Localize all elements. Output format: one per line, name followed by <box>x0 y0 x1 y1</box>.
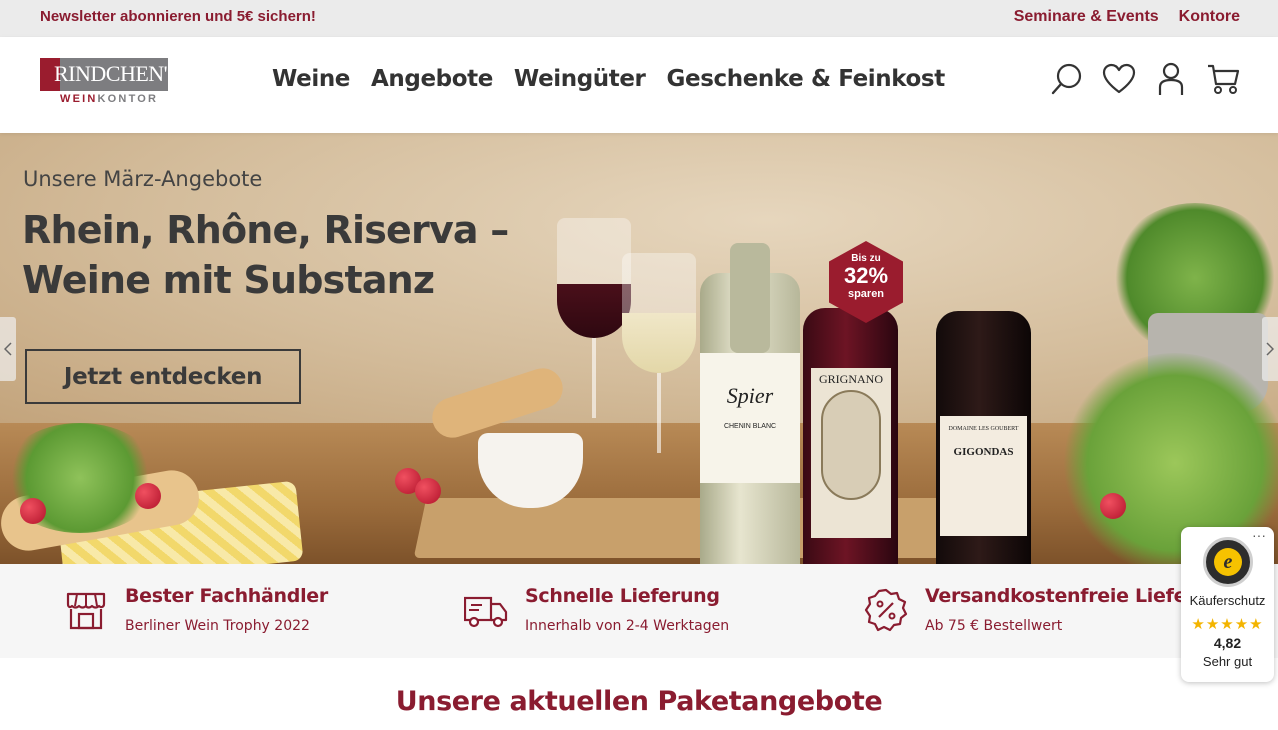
usp-title: Bester Fachhändler <box>125 585 328 607</box>
hero-radish <box>1100 493 1126 519</box>
hero-bottle-grignano: GRIGNANO <box>803 308 898 564</box>
bottle-label-variety: CHENIN BLANC <box>723 423 777 430</box>
discount-badge-percent: 32% <box>843 263 889 288</box>
usp-item-lieferung: Schnelle Lieferung Innerhalb von 2-4 Wer… <box>463 564 844 658</box>
hero-glass-stem <box>657 373 661 453</box>
logo-sub-kontor: KONTOR <box>97 93 159 105</box>
logo-subtitle: WEINKONTOR <box>60 93 158 105</box>
truck-icon <box>463 588 508 632</box>
logo[interactable]: RINDCHEN'S WEINKONTOR <box>40 58 179 108</box>
carousel-prev-button[interactable] <box>0 317 16 381</box>
usp-item-fachhaendler: Bester Fachhändler Berliner Wein Trophy … <box>64 564 444 658</box>
bottle-label: Spier CHENIN BLANC <box>700 353 800 483</box>
kontore-link[interactable]: Kontore <box>1179 8 1240 26</box>
trusted-shops-seal-icon: e <box>1203 537 1253 587</box>
main-header: RINDCHEN'S WEINKONTOR Weine Angebote Wei… <box>0 37 1278 133</box>
trusted-shops-menu-icon[interactable]: ··· <box>1252 527 1266 543</box>
logo-sub-wein: WEIN <box>60 93 98 105</box>
bottle-label-brand: Spier <box>726 383 774 408</box>
heart-icon[interactable] <box>1102 62 1136 96</box>
bottle-label-brand: GRIGNANO <box>819 372 883 386</box>
trusted-shops-label: Käuferschutz <box>1189 593 1266 608</box>
chevron-right-icon <box>1266 342 1274 356</box>
usp-desc: Berliner Wein Trophy 2022 <box>125 618 310 634</box>
hero-red-wine-glass <box>557 218 631 338</box>
nav-item-weingueter[interactable]: Weingüter <box>514 66 646 92</box>
hero-bottle-spier: Spier CHENIN BLANC <box>700 243 800 564</box>
nav-item-weine[interactable]: Weine <box>272 66 350 92</box>
search-icon[interactable] <box>1050 62 1084 96</box>
seminare-events-link[interactable]: Seminare & Events <box>1014 8 1159 26</box>
bottle-label-domaine: DOMAINE LES GOUBERT <box>948 426 1019 432</box>
bottle-label-brand: GIGONDAS <box>953 446 1014 458</box>
trusted-shops-rating: Sehr gut <box>1202 654 1253 669</box>
nav-item-geschenke-feinkost[interactable]: Geschenke & Feinkost <box>667 66 946 92</box>
percent-badge-icon <box>864 588 908 632</box>
main-nav: Weine Angebote Weingüter Geschenke & Fei… <box>272 66 945 92</box>
bottle-neck <box>730 243 770 353</box>
logo-name: RINDCHEN'S <box>54 61 179 86</box>
user-icon[interactable] <box>1154 62 1188 96</box>
header-icons <box>1050 62 1240 96</box>
bottle-label-portrait <box>821 390 881 500</box>
hero-radish <box>135 483 161 509</box>
hero-headline: Rhein, Rhône, Riserva – Weine mit Substa… <box>22 205 562 305</box>
bottle-label: GRIGNANO <box>811 368 891 538</box>
discount-badge-suffix: sparen <box>847 288 885 300</box>
section-title-paketangebote: Unsere aktuellen Paketangebote <box>395 686 883 717</box>
hero-cta-button[interactable]: Jetzt entdecken <box>25 349 301 404</box>
usp-desc: Innerhalb von 2-4 Werktagen <box>525 618 730 634</box>
nav-item-angebote[interactable]: Angebote <box>371 66 493 92</box>
store-icon <box>64 588 108 632</box>
hero-radish <box>20 498 46 524</box>
hero-headline-line-1: Rhein, Rhône, Riserva – <box>22 208 509 252</box>
carousel-next-button[interactable] <box>1262 317 1278 381</box>
bottle-label: DOMAINE LES GOUBERT GIGONDAS <box>940 416 1027 536</box>
usp-strip: Bester Fachhändler Berliner Wein Trophy … <box>0 564 1278 658</box>
usp-title: Schnelle Lieferung <box>525 585 720 607</box>
hero-glass-stem <box>592 338 596 418</box>
hero-headline-line-2: Weine mit Substanz <box>22 258 435 302</box>
hero-banner[interactable]: Spier CHENIN BLANC GRIGNANO DOMAINE LES … <box>0 133 1278 564</box>
chevron-left-icon <box>4 342 12 356</box>
usp-desc: Ab 75 € Bestellwert <box>925 618 1063 634</box>
logo-plate: RINDCHEN'S <box>40 58 179 91</box>
cart-icon[interactable] <box>1206 62 1240 96</box>
trusted-shops-score: 4,82 <box>1213 635 1242 651</box>
trusted-shops-widget[interactable]: ··· e Käuferschutz ★★★★★ 4,82 Sehr gut <box>1181 527 1274 682</box>
trusted-shops-stars: ★★★★★ <box>1191 616 1264 633</box>
newsletter-promo-link[interactable]: Newsletter abonnieren und 5€ sichern! <box>40 8 316 25</box>
hero-radish <box>415 478 441 504</box>
trusted-shops-e-icon: e <box>1214 548 1242 576</box>
top-bar: Newsletter abonnieren und 5€ sichern! Se… <box>0 0 1278 37</box>
hero-white-wine-glass <box>622 253 696 373</box>
hero-bottle-gigondas: DOMAINE LES GOUBERT GIGONDAS <box>936 311 1031 564</box>
hero-kicker: Unsere März-Angebote <box>23 167 263 191</box>
top-links: Seminare & Events Kontore <box>1014 8 1240 26</box>
